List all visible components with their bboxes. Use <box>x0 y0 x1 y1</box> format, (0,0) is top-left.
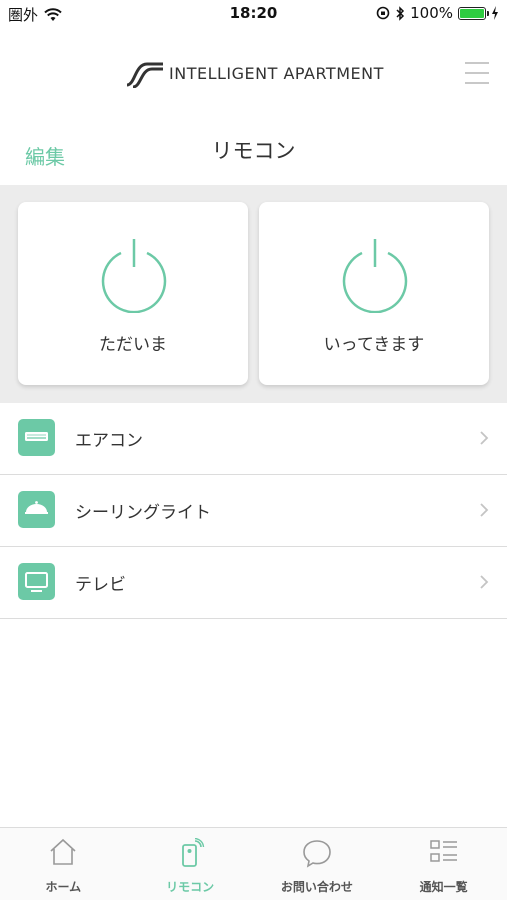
device-label: シーリングライト <box>75 503 211 523</box>
orientation-lock-icon <box>376 6 390 20</box>
menu-line <box>465 82 489 84</box>
tab-contact[interactable]: お問い合わせ <box>254 828 381 900</box>
menu-line <box>465 62 489 64</box>
scene-label: いってきます <box>323 335 425 355</box>
app-header: INTELLIGENT APARTMENT <box>0 28 507 123</box>
device-label: エアコン <box>75 431 143 451</box>
scene-label: ただいま <box>99 335 167 355</box>
list-icon <box>429 840 457 862</box>
chat-bubble-icon <box>303 840 331 868</box>
list-item-ceiling-light[interactable]: シーリングライト <box>0 475 507 547</box>
list-item-air-conditioner[interactable]: エアコン <box>0 403 507 475</box>
scene-card-ittekimasu[interactable]: いってきます <box>259 202 489 385</box>
logo-text: INTELLIGENT APARTMENT <box>169 63 384 83</box>
chevron-right-icon <box>480 503 489 517</box>
scene-area: ただいま いってきます <box>0 185 507 403</box>
tv-icon <box>18 563 55 600</box>
logo-swoosh-icon <box>126 62 163 88</box>
scene-card-tadaima[interactable]: ただいま <box>18 202 248 385</box>
hamburger-menu-button[interactable] <box>465 62 489 84</box>
tab-label: お問い合わせ <box>280 880 353 894</box>
device-label: テレビ <box>75 575 126 595</box>
air-conditioner-icon <box>18 419 55 456</box>
subheader: 編集 リモコン <box>0 123 507 185</box>
charging-icon <box>492 6 498 20</box>
tab-bar: ホーム リモコン お問い合わせ 通知一覧 <box>0 827 507 900</box>
bluetooth-icon <box>396 5 405 21</box>
battery-percent: 100% <box>410 4 453 22</box>
menu-line <box>465 72 489 74</box>
power-icon <box>101 239 167 313</box>
app-logo: INTELLIGENT APARTMENT <box>125 58 384 88</box>
page-title: リモコン <box>211 139 296 163</box>
remote-icon <box>182 838 205 867</box>
tab-label: 通知一覧 <box>419 880 468 894</box>
tab-notifications[interactable]: 通知一覧 <box>380 828 507 900</box>
battery-icon <box>458 6 489 20</box>
status-right: 100% <box>376 4 499 22</box>
device-list: エアコン シーリングライト テレビ <box>0 403 507 619</box>
status-bar: 圏外 18:20 100% <box>0 0 507 28</box>
list-item-tv[interactable]: テレビ <box>0 547 507 619</box>
tab-home[interactable]: ホーム <box>0 828 127 900</box>
chevron-right-icon <box>480 575 489 589</box>
home-icon <box>50 838 76 865</box>
chevron-right-icon <box>480 431 489 445</box>
tab-label: ホーム <box>45 880 82 894</box>
tab-remote[interactable]: リモコン <box>127 828 254 900</box>
ceiling-light-icon <box>18 491 55 528</box>
power-icon <box>342 239 408 313</box>
tab-label: リモコン <box>166 880 215 894</box>
